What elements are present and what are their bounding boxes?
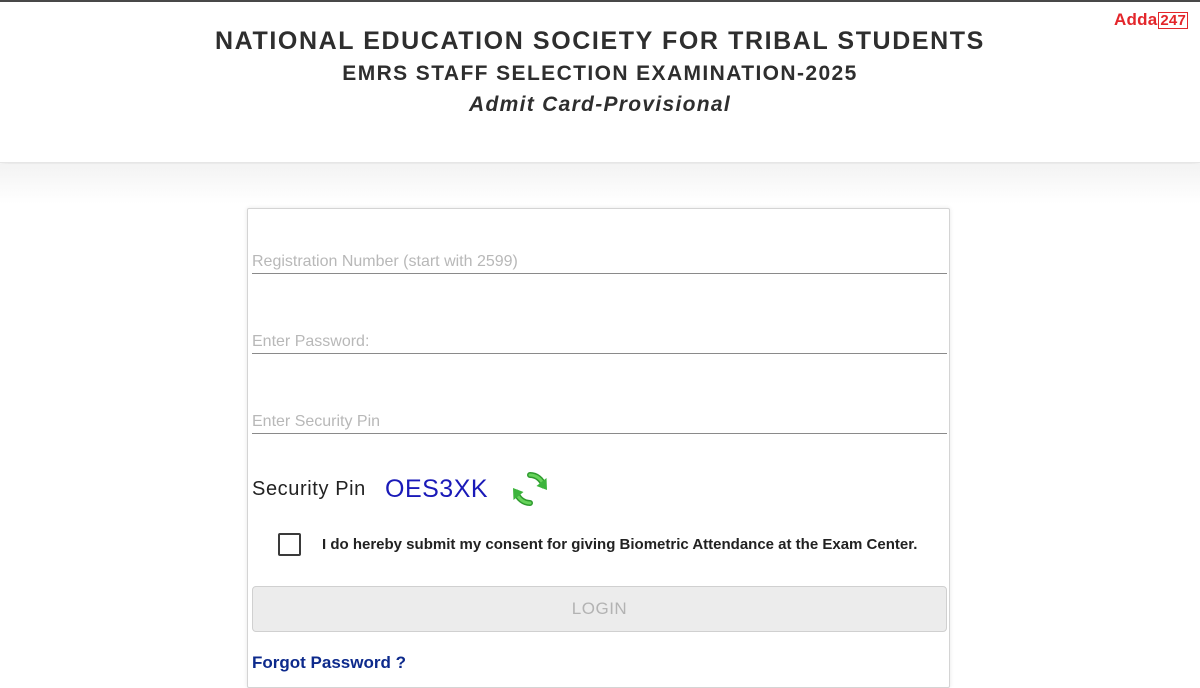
forgot-password-link[interactable]: Forgot Password ? bbox=[252, 653, 406, 673]
consent-text: I do hereby submit my consent for giving… bbox=[322, 536, 918, 553]
brand-number: 247 bbox=[1158, 12, 1188, 29]
exam-title: EMRS STAFF SELECTION EXAMINATION-2025 bbox=[342, 62, 858, 85]
brand-text: Adda bbox=[1114, 10, 1158, 29]
registration-number-input[interactable] bbox=[252, 250, 947, 274]
organization-title: NATIONAL EDUCATION SOCIETY FOR TRIBAL ST… bbox=[215, 27, 985, 55]
captcha-row: Security Pin OES3XK bbox=[252, 469, 652, 513]
page-header: NATIONAL EDUCATION SOCIETY FOR TRIBAL ST… bbox=[0, 2, 1200, 163]
consent-row: I do hereby submit my consent for giving… bbox=[278, 532, 938, 558]
consent-checkbox[interactable] bbox=[278, 533, 301, 556]
captcha-label: Security Pin bbox=[252, 478, 366, 500]
login-button[interactable]: LOGIN bbox=[252, 586, 947, 632]
brand-logo: Adda 247 bbox=[1114, 10, 1188, 30]
captcha-code: OES3XK bbox=[385, 475, 489, 503]
login-form: Security Pin OES3XK I do hereby submit m… bbox=[247, 208, 950, 688]
password-input[interactable] bbox=[252, 330, 947, 354]
security-pin-input[interactable] bbox=[252, 410, 947, 434]
refresh-icon[interactable] bbox=[510, 469, 550, 509]
admit-card-title: Admit Card-Provisional bbox=[469, 93, 731, 116]
